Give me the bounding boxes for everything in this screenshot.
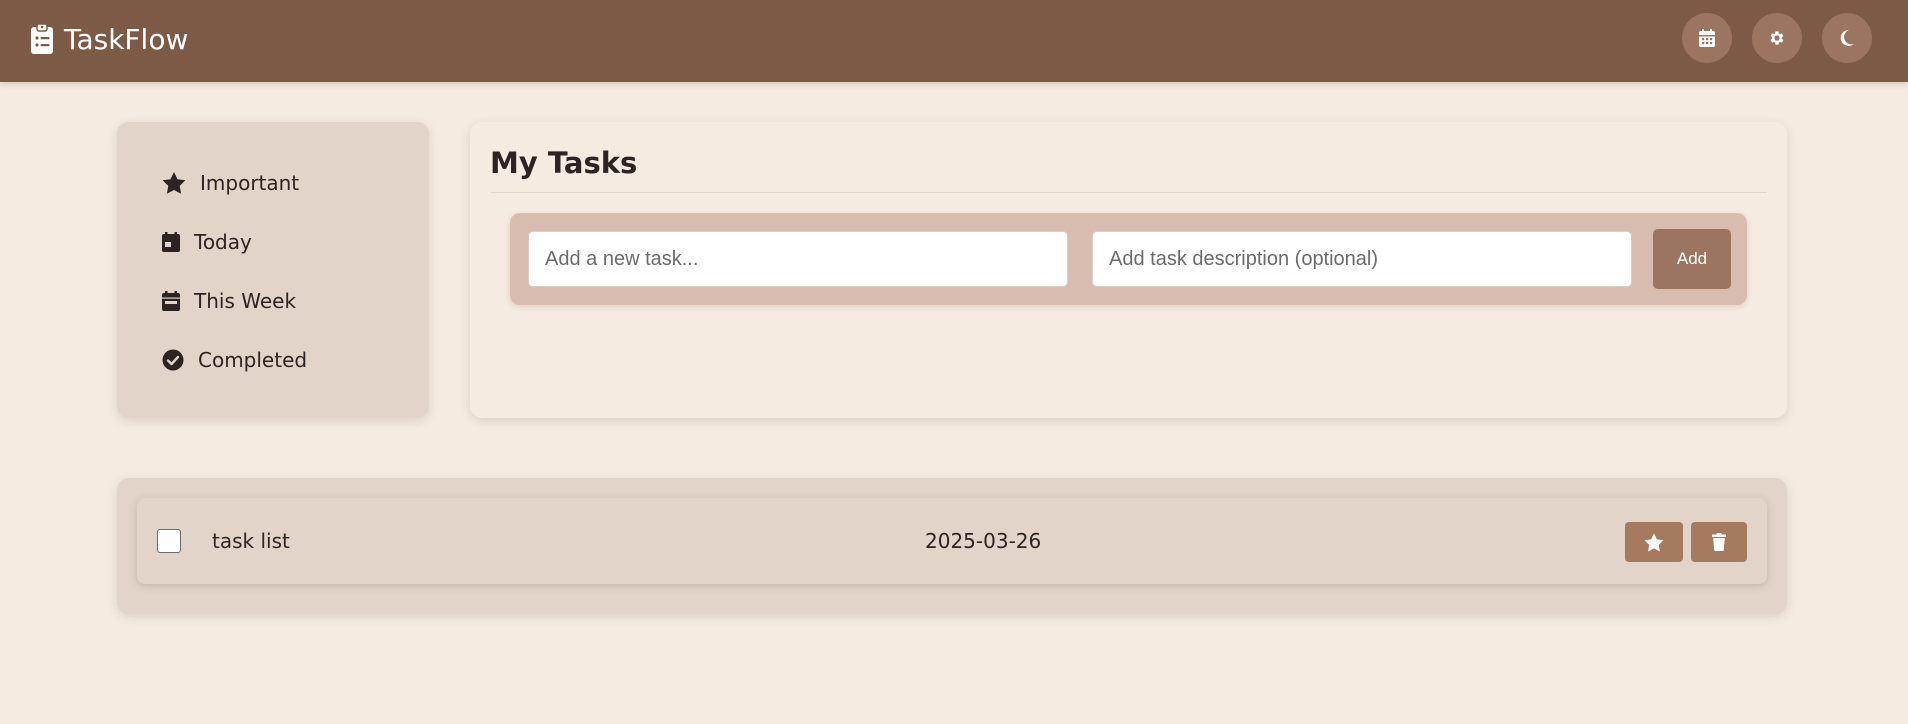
- delete-task-button[interactable]: [1691, 522, 1747, 562]
- task-title-input[interactable]: [528, 231, 1068, 287]
- main-panel: My Tasks Add: [470, 122, 1787, 418]
- sidebar-item-today[interactable]: Today: [162, 227, 252, 257]
- add-task-button[interactable]: Add: [1653, 229, 1731, 289]
- sidebar: Important Today This Week Completed: [117, 122, 429, 418]
- calendar-button[interactable]: [1682, 13, 1732, 63]
- sidebar-item-this-week[interactable]: This Week: [162, 286, 296, 316]
- check-circle-icon: [162, 349, 184, 371]
- dark-mode-button[interactable]: [1822, 13, 1872, 63]
- brand: TaskFlow: [30, 19, 188, 59]
- sidebar-item-label: Completed: [198, 348, 308, 372]
- trash-icon: [1712, 533, 1726, 551]
- star-icon: [162, 172, 186, 194]
- task-description-input[interactable]: [1092, 231, 1632, 287]
- clipboard-list-icon: [30, 22, 54, 56]
- calendar-icon: [1699, 29, 1715, 47]
- sidebar-item-label: Important: [200, 171, 300, 195]
- sidebar-item-important[interactable]: Important: [162, 168, 299, 198]
- calendar-week-icon: [162, 291, 180, 311]
- star-icon: [1644, 532, 1664, 551]
- calendar-day-icon: [162, 232, 180, 252]
- add-task-form: Add: [510, 213, 1747, 305]
- app-title: TaskFlow: [64, 22, 189, 56]
- sidebar-item-label: This Week: [194, 289, 297, 313]
- sidebar-item-label: Today: [194, 230, 252, 254]
- task-complete-checkbox[interactable]: [157, 529, 181, 553]
- top-bar: TaskFlow: [0, 0, 1908, 82]
- gear-icon: [1770, 31, 1784, 45]
- sidebar-item-completed[interactable]: Completed: [162, 345, 307, 375]
- moon-icon: [1840, 29, 1854, 46]
- task-row: task list 2025-03-26: [137, 498, 1767, 584]
- task-title: task list: [212, 529, 290, 553]
- task-list: task list 2025-03-26: [117, 478, 1787, 614]
- mark-important-button[interactable]: [1625, 522, 1683, 562]
- task-date: 2025-03-26: [925, 529, 1042, 553]
- page-title: My Tasks: [490, 146, 638, 180]
- title-divider: [490, 192, 1767, 193]
- settings-button[interactable]: [1752, 13, 1802, 63]
